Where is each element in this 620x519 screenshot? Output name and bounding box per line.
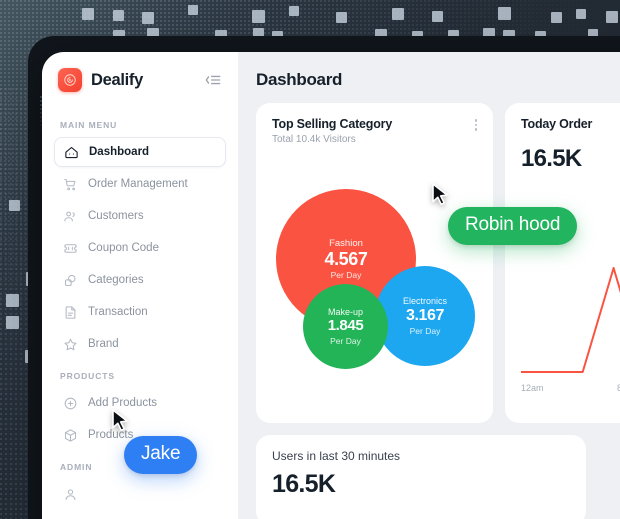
sidebar-item-order-management[interactable]: Order Management <box>54 169 226 199</box>
card-title: Today Order <box>521 117 593 131</box>
ticket-icon <box>62 240 78 256</box>
background-square <box>142 12 154 24</box>
sidebar-item-label: Coupon Code <box>88 242 159 254</box>
sidebar-header: Dealify <box>54 52 226 108</box>
sidebar-item-label: Order Management <box>88 178 188 190</box>
today-order-axis: 12am 8am <box>521 383 620 393</box>
card-top-selling-category: Top Selling Category Total 10.4k Visitor… <box>256 103 493 423</box>
background-square <box>252 10 265 23</box>
sidebar-item-transaction[interactable]: Transaction <box>54 297 226 327</box>
mouse-pointer-icon <box>112 409 128 432</box>
sidebar-item-add-products[interactable]: Add Products <box>54 388 226 418</box>
cursor-label: Jake <box>124 436 198 474</box>
screenshot-root: Dealify MAIN MENU Dashboard Order Manage… <box>0 0 620 519</box>
users-count-value: 16.5K <box>272 470 336 498</box>
card-title: Users in last 30 minutes <box>272 449 401 463</box>
card-users-last-30-minutes: Users in last 30 minutes 16.5K <box>256 435 586 519</box>
document-icon <box>62 304 78 320</box>
background-square <box>6 294 19 307</box>
card-title: Top Selling Category <box>272 117 393 131</box>
bubble-unit: Per Day <box>330 270 362 281</box>
bubble-unit: Per Day <box>330 335 361 346</box>
cart-icon <box>62 176 78 192</box>
user-settings-icon <box>62 486 78 502</box>
sidebar-item-label: Transaction <box>88 306 148 318</box>
background-square <box>432 11 443 22</box>
today-order-line-chart <box>521 267 620 373</box>
mouse-pointer-icon <box>432 183 448 206</box>
background-square <box>289 6 299 16</box>
star-icon <box>62 336 78 352</box>
bubble-label: Make-up <box>327 307 363 318</box>
background-square <box>551 12 562 23</box>
background-square <box>6 316 19 329</box>
box-icon <box>62 427 78 443</box>
bubble-label: Fashion <box>329 237 363 249</box>
spiral-logo-icon <box>58 68 82 92</box>
sidebar-item-admin-partial[interactable] <box>54 479 226 509</box>
axis-tick-label: 12am <box>521 383 544 393</box>
nav-section-label-products: PRODUCTS <box>60 371 115 381</box>
bubble-value: 4.567 <box>324 248 368 269</box>
plus-circle-icon <box>62 395 78 411</box>
cards-row: Top Selling Category Total 10.4k Visitor… <box>256 103 620 423</box>
background-square <box>498 7 511 20</box>
background-square <box>188 5 198 15</box>
bubble-makeup[interactable]: Make-up 1.845 Per Day <box>303 284 388 369</box>
bubble-electronics[interactable]: Electronics 3.167 Per Day <box>375 266 475 366</box>
sidebar-item-label: Dashboard <box>89 146 150 158</box>
background-square <box>336 12 347 23</box>
background-square <box>606 11 618 23</box>
sidebar-item-categories[interactable]: Categories <box>54 265 226 295</box>
bubble-unit: Per Day <box>409 325 441 336</box>
background-square <box>576 9 586 19</box>
sidebar-item-customers[interactable]: Customers <box>54 201 226 231</box>
home-icon <box>63 144 79 160</box>
sidebar-item-label: Brand <box>88 338 119 350</box>
kebab-menu-icon[interactable] <box>473 117 480 133</box>
main-content: Dashboard Top Selling Category Total 10.… <box>238 52 620 519</box>
users-icon <box>62 208 78 224</box>
cursor-label: Robin hood <box>448 207 578 245</box>
background-square <box>9 200 20 211</box>
sidebar-item-label: Customers <box>88 210 144 222</box>
sidebar-item-coupon-code[interactable]: Coupon Code <box>54 233 226 263</box>
layers-icon <box>62 272 78 288</box>
background-square <box>392 8 404 20</box>
bubble-label: Electronics <box>402 296 447 307</box>
nav-section-label-main-menu: MAIN MENU <box>60 120 118 130</box>
brand-name: Dealify <box>91 70 144 89</box>
page-title: Dashboard <box>256 70 343 89</box>
collapse-sidebar-icon[interactable] <box>204 71 222 89</box>
background-square <box>113 10 124 21</box>
sidebar-item-label: Categories <box>88 274 144 286</box>
bubble-value: 3.167 <box>405 307 445 325</box>
bubble-value: 1.845 <box>327 317 364 335</box>
sidebar-item-dashboard[interactable]: Dashboard <box>54 137 226 167</box>
today-order-value: 16.5K <box>521 145 582 172</box>
sidebar-item-brand[interactable]: Brand <box>54 329 226 359</box>
card-subtitle: Total 10.4k Visitors <box>272 134 356 145</box>
background-square <box>82 8 94 20</box>
card-today-order: Today Order 16.5K 12am 8am <box>505 103 620 423</box>
